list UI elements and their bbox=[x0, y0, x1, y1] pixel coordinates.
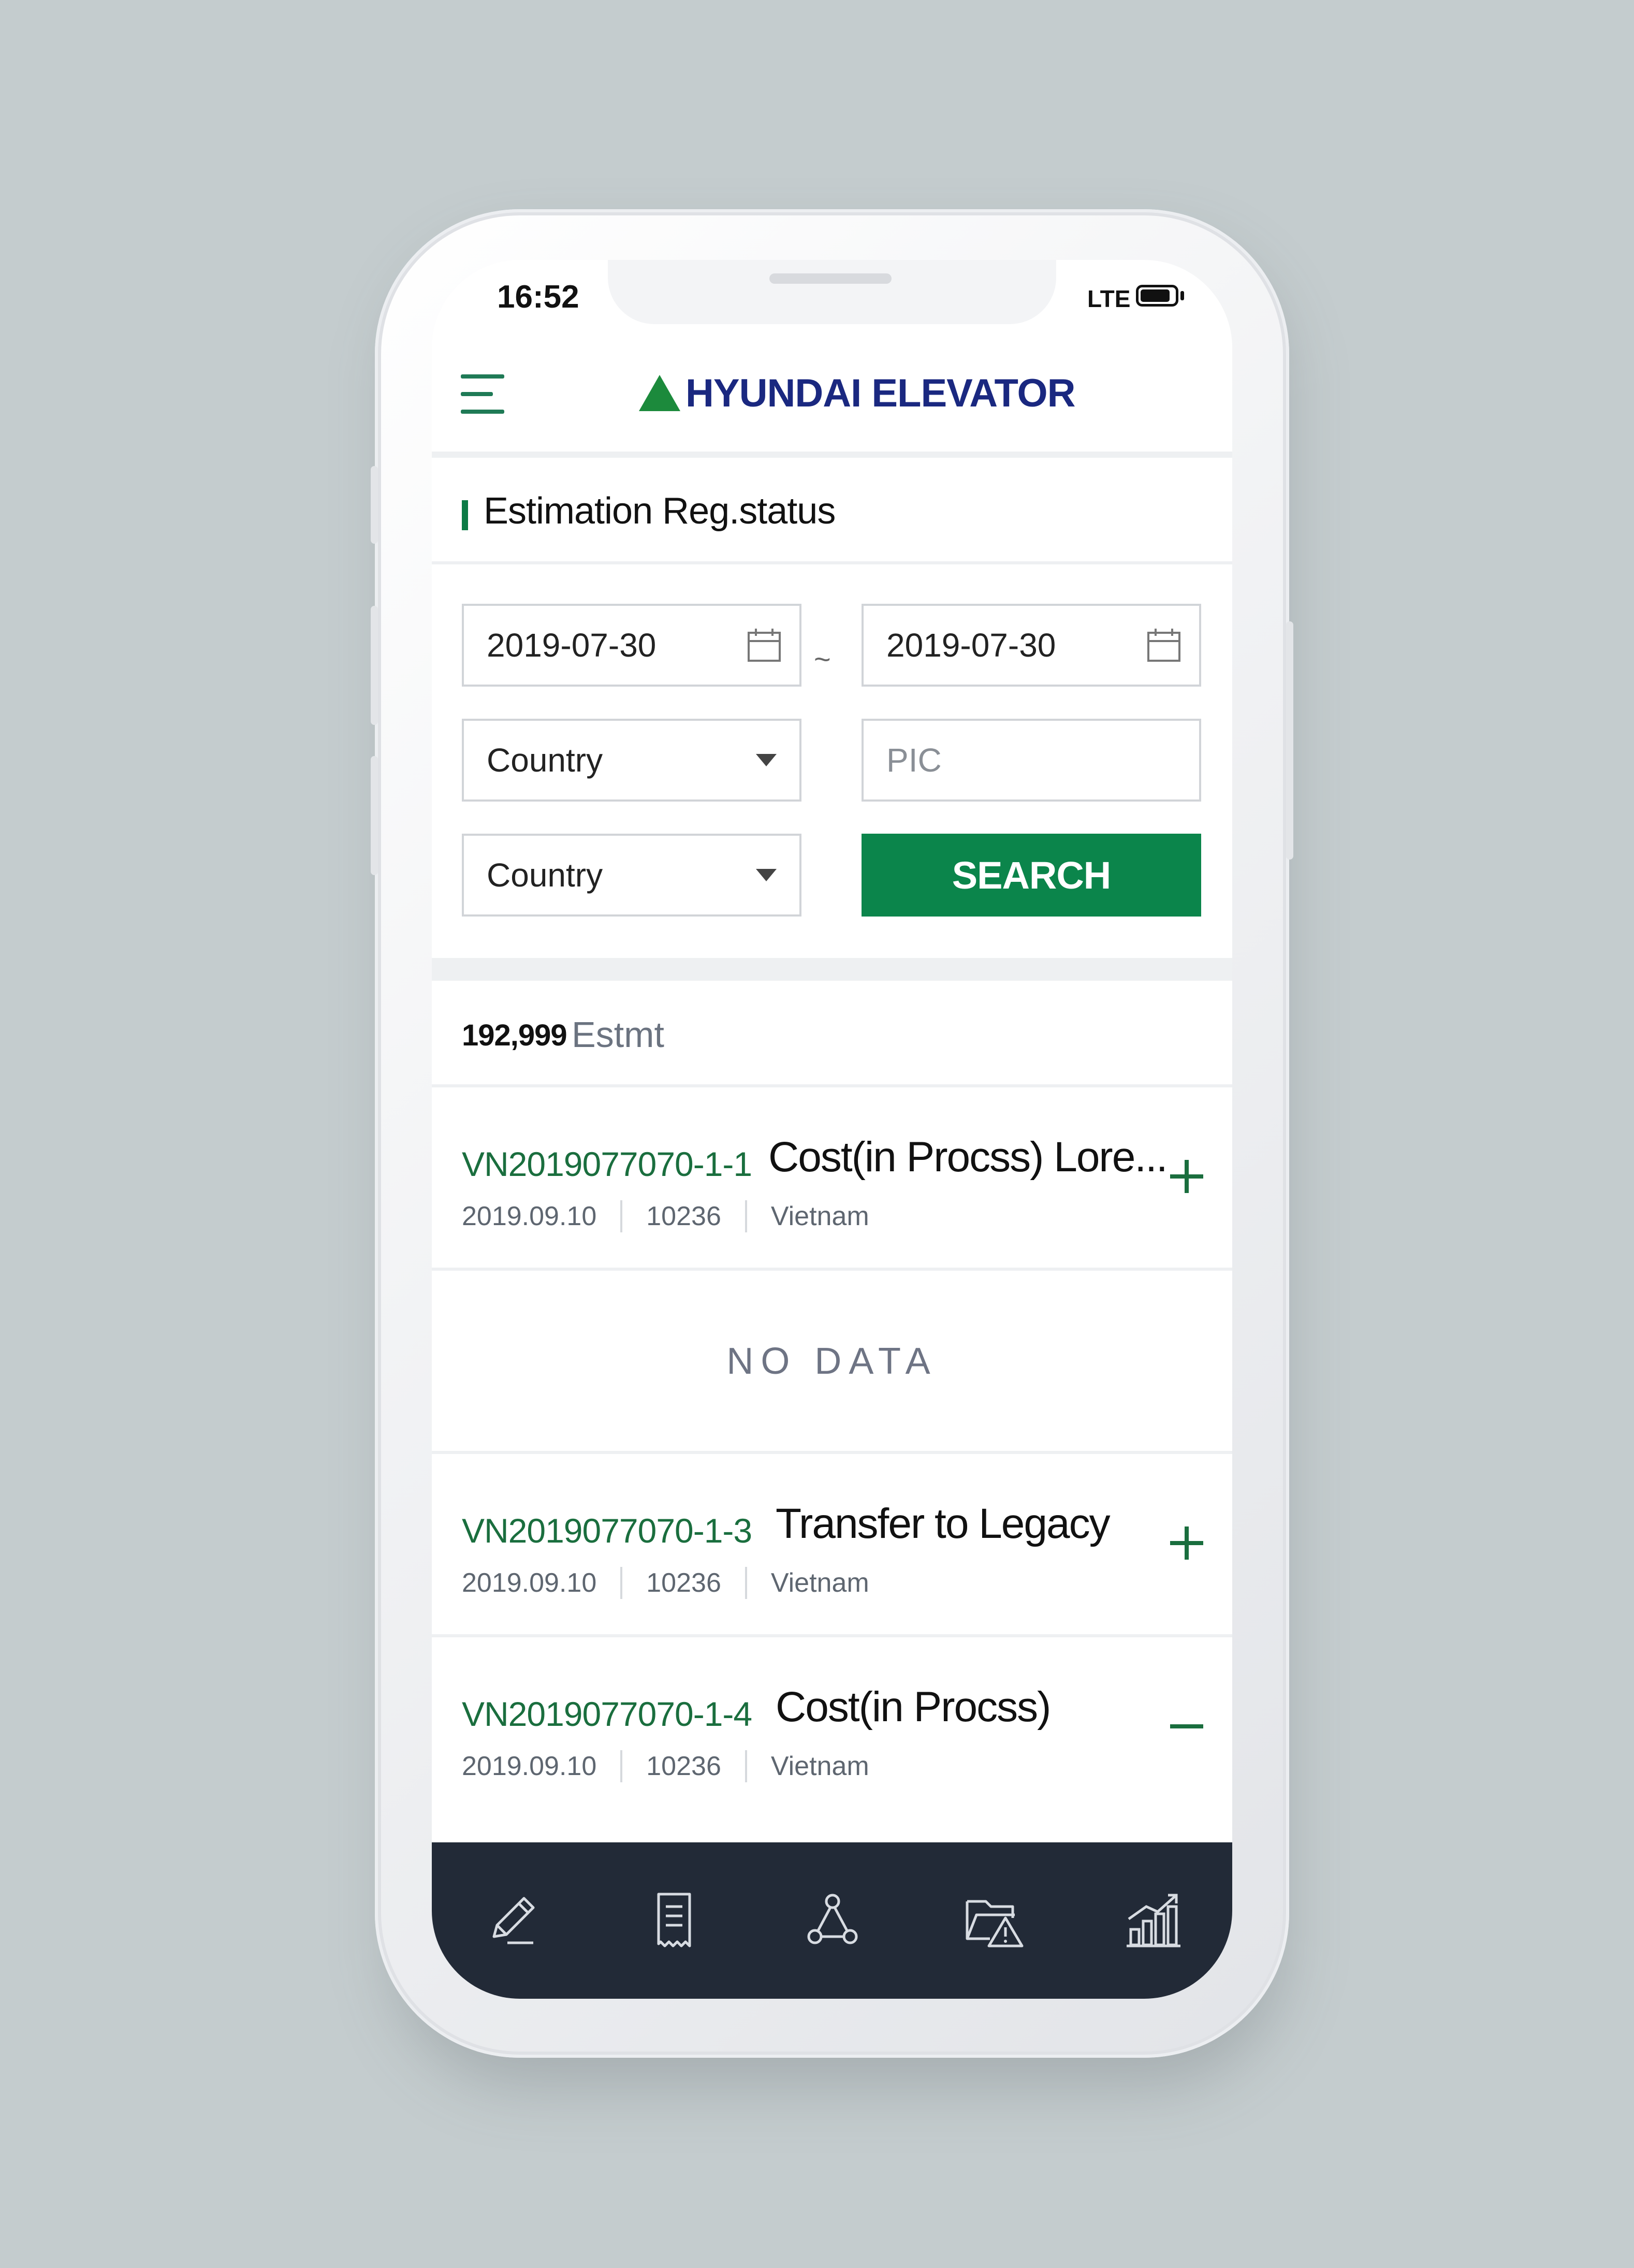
item-meta: 2019.09.10 10236 Vietnam bbox=[462, 1750, 869, 1782]
chart-growth-icon[interactable] bbox=[1122, 1889, 1185, 1951]
meta-divider bbox=[745, 1567, 747, 1599]
battery-tip bbox=[1180, 291, 1184, 300]
power-button bbox=[1286, 621, 1293, 860]
hamburger-menu-icon[interactable] bbox=[461, 371, 504, 418]
speaker bbox=[769, 273, 892, 284]
item-meta: 2019.09.10 10236 Vietnam bbox=[462, 1567, 869, 1599]
collapse-minus-icon[interactable] bbox=[1170, 1710, 1203, 1743]
result-count-row: 192,999 Estmt bbox=[432, 981, 1232, 1087]
no-data-label: NO DATA bbox=[726, 1341, 938, 1382]
item-date: 2019.09.10 bbox=[462, 1201, 597, 1231]
meta-divider bbox=[620, 1750, 623, 1782]
receipt-icon[interactable] bbox=[643, 1889, 705, 1951]
item-country: Vietnam bbox=[770, 1568, 869, 1598]
estimate-id: VN2019077070-1-1 bbox=[462, 1145, 752, 1183]
mute-switch bbox=[371, 466, 378, 544]
date-from-value: 2019-07-30 bbox=[487, 627, 656, 664]
triangle-logo-icon bbox=[639, 375, 680, 411]
calendar-icon[interactable] bbox=[746, 627, 783, 664]
item-date: 2019.09.10 bbox=[462, 1751, 597, 1781]
estimate-id: VN2019077070-1-4 bbox=[462, 1695, 752, 1733]
page-title: Estimation Reg.status bbox=[484, 490, 836, 532]
app-header: HYUNDAI ELEVATOR bbox=[432, 327, 1232, 458]
results-list: 192,999 Estmt VN2019077070-1-1 Cost(in P… bbox=[432, 981, 1232, 1818]
country-select-1[interactable]: Country bbox=[462, 719, 801, 802]
list-item[interactable]: VN2019077070-1-3 Transfer to Legacy 2019… bbox=[432, 1454, 1232, 1637]
brand-logo: HYUNDAI ELEVATOR bbox=[639, 370, 1075, 416]
pic-placeholder: PIC bbox=[886, 742, 942, 779]
estimate-status: Cost(in Procss) Lore... bbox=[768, 1133, 1168, 1181]
item-code: 10236 bbox=[646, 1751, 721, 1781]
folder-warning-icon[interactable] bbox=[963, 1889, 1025, 1951]
item-meta: 2019.09.10 10236 Vietnam bbox=[462, 1200, 869, 1232]
date-from-field[interactable]: 2019-07-30 bbox=[462, 604, 801, 687]
dropdown-arrow-icon bbox=[756, 869, 777, 881]
meta-divider bbox=[620, 1200, 623, 1232]
calendar-icon[interactable] bbox=[1145, 627, 1183, 664]
expand-plus-icon[interactable] bbox=[1170, 1526, 1203, 1560]
country-select-2-value: Country bbox=[487, 856, 603, 894]
expand-plus-icon[interactable] bbox=[1170, 1160, 1203, 1193]
estimate-id: VN2019077070-1-3 bbox=[462, 1511, 752, 1550]
dropdown-arrow-icon bbox=[756, 754, 777, 766]
battery-icon bbox=[1136, 285, 1178, 307]
network-icon[interactable] bbox=[801, 1889, 864, 1951]
item-code: 10236 bbox=[646, 1201, 721, 1231]
title-accent-bar bbox=[462, 500, 468, 530]
item-country: Vietnam bbox=[770, 1751, 869, 1781]
notch bbox=[608, 260, 1056, 324]
item-country: Vietnam bbox=[770, 1201, 869, 1231]
item-code: 10236 bbox=[646, 1568, 721, 1598]
pencil-icon[interactable] bbox=[482, 1889, 544, 1951]
pic-input[interactable]: PIC bbox=[862, 719, 1201, 802]
estimate-status: Transfer to Legacy bbox=[776, 1500, 1111, 1547]
result-count: 192,999 bbox=[462, 1019, 567, 1052]
app-screen: 16:52 LTE HYUNDAI ELEVATOR Estimation Re… bbox=[432, 260, 1232, 1999]
no-data-panel: NO DATA bbox=[432, 1271, 1232, 1454]
country-select-2[interactable]: Country bbox=[462, 834, 801, 917]
date-to-value: 2019-07-30 bbox=[886, 627, 1056, 664]
meta-divider bbox=[745, 1200, 747, 1232]
section-header: Estimation Reg.status bbox=[432, 458, 1232, 564]
item-date: 2019.09.10 bbox=[462, 1568, 597, 1598]
volume-down-button bbox=[371, 756, 378, 875]
date-range-separator: ~ bbox=[814, 643, 831, 675]
meta-divider bbox=[620, 1567, 623, 1599]
meta-divider bbox=[745, 1750, 747, 1782]
search-form: 2019-07-30 ~ 2019-07-30 Country PIC Coun… bbox=[432, 564, 1232, 981]
list-item[interactable]: VN2019077070-1-1 Cost(in Procss) Lore...… bbox=[432, 1087, 1232, 1271]
date-to-field[interactable]: 2019-07-30 bbox=[862, 604, 1201, 687]
estimate-status: Cost(in Procss) bbox=[776, 1683, 1051, 1731]
brand-name: HYUNDAI ELEVATOR bbox=[685, 371, 1075, 415]
search-button[interactable]: SEARCH bbox=[862, 834, 1201, 917]
result-unit: Estmt bbox=[572, 1014, 664, 1055]
bottom-tab-bar bbox=[432, 1842, 1232, 1999]
list-item[interactable]: VN2019077070-1-4 Cost(in Procss) 2019.09… bbox=[432, 1637, 1232, 1818]
network-label: LTE bbox=[1087, 285, 1131, 312]
status-bar: 16:52 LTE bbox=[432, 260, 1232, 327]
country-select-1-value: Country bbox=[487, 742, 603, 779]
status-time: 16:52 bbox=[497, 279, 579, 315]
volume-up-button bbox=[371, 606, 378, 725]
